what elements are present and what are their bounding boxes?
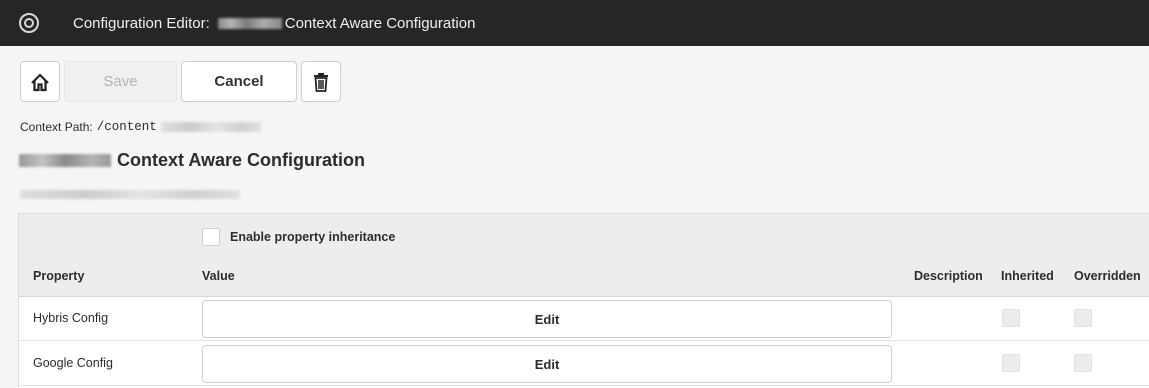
redacted-path-text	[160, 122, 261, 132]
redacted-heading-text	[19, 154, 111, 167]
column-header-overridden: Overridden	[1074, 269, 1141, 283]
config-table: Enable property inheritance Property Val…	[18, 213, 1149, 388]
inheritance-label: Enable property inheritance	[230, 230, 396, 244]
table-row: Google Config Edit	[19, 342, 1149, 386]
title-prefix: Configuration Editor:	[73, 14, 210, 32]
page-title: Context Aware Configuration	[19, 150, 365, 171]
app-logo-icon	[19, 13, 39, 33]
inherited-checkbox	[1002, 354, 1020, 372]
toolbar: Save Cancel	[20, 61, 341, 102]
edit-button[interactable]: Edit	[202, 345, 892, 383]
title-bar: Configuration Editor: Context Aware Conf…	[0, 0, 1149, 46]
page-title-text: Context Aware Configuration	[117, 150, 366, 170]
column-header-description: Description	[914, 269, 983, 283]
inheritance-checkbox[interactable]	[202, 228, 220, 246]
delete-button[interactable]	[301, 61, 341, 102]
cancel-button[interactable]: Cancel	[181, 61, 297, 102]
overridden-checkbox	[1074, 354, 1092, 372]
property-inheritance-toggle[interactable]: Enable property inheritance	[202, 228, 395, 246]
save-button[interactable]: Save	[64, 61, 177, 102]
window-title: Configuration Editor: Context Aware Conf…	[73, 15, 475, 32]
context-path: Context Path: /content	[20, 120, 261, 134]
property-name: Google Config	[33, 356, 113, 370]
context-path-label: Context Path:	[20, 120, 93, 134]
redacted-title-text	[217, 17, 282, 29]
redacted-description-text	[20, 190, 240, 199]
inherited-checkbox	[1002, 309, 1020, 327]
column-header-property: Property	[33, 269, 85, 283]
trash-icon	[314, 72, 328, 92]
overridden-checkbox	[1074, 309, 1092, 327]
edit-button[interactable]: Edit	[202, 300, 892, 338]
home-icon	[31, 72, 49, 91]
context-path-value: /content	[96, 120, 157, 134]
property-name: Hybris Config	[33, 311, 109, 325]
column-header-value: Value	[202, 269, 235, 283]
page-description	[20, 186, 240, 204]
column-header-inherited: Inherited	[1001, 269, 1054, 283]
table-header: Enable property inheritance Property Val…	[19, 214, 1149, 297]
home-button[interactable]	[20, 61, 60, 102]
table-row: Hybris Config Edit	[19, 297, 1149, 341]
title-suffix: Context Aware Configuration	[284, 14, 476, 32]
